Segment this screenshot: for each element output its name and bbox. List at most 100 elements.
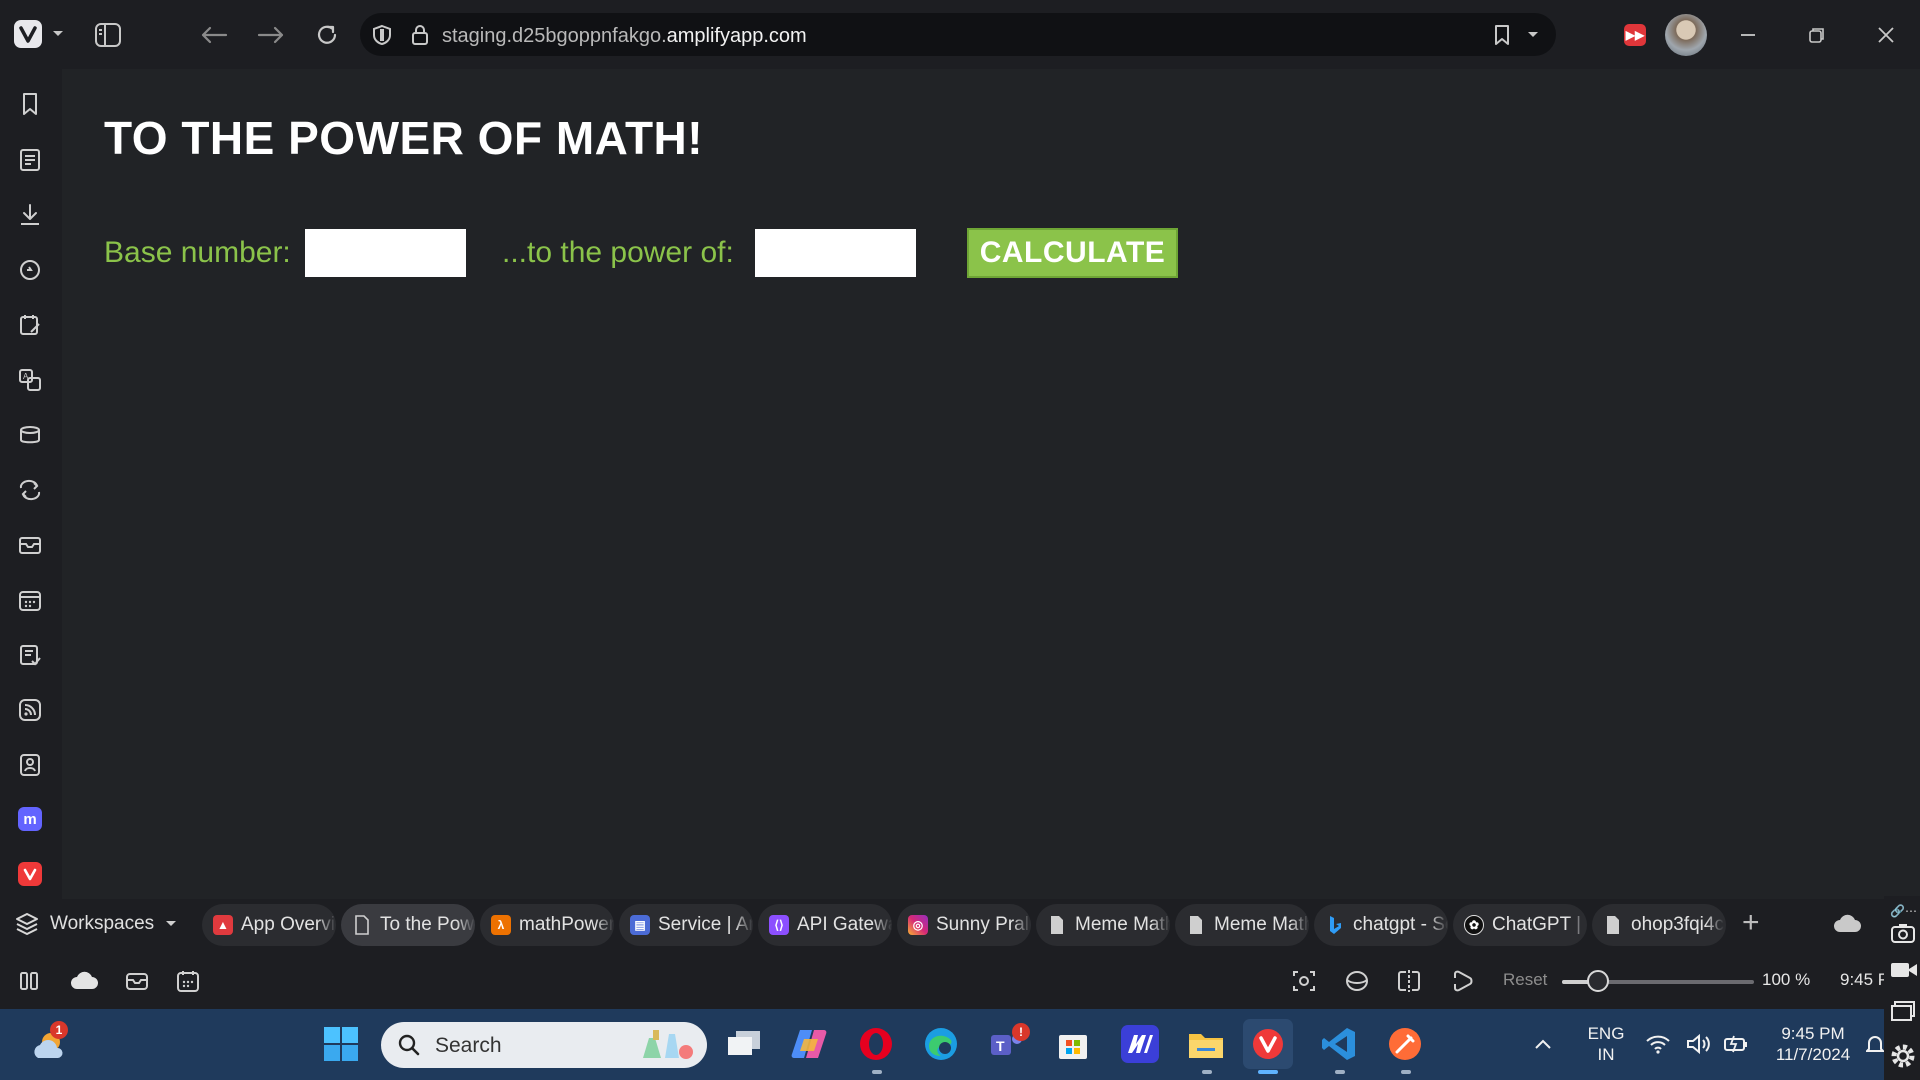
back-button[interactable] (199, 20, 229, 50)
zoom-reset-button[interactable]: Reset (1503, 970, 1547, 990)
task-view-icon[interactable] (725, 1025, 763, 1063)
profile-avatar[interactable] (1665, 14, 1707, 56)
edge-icon[interactable] (922, 1025, 960, 1063)
tab-meme-math-2[interactable]: Meme Math (1175, 904, 1309, 946)
calculate-button[interactable]: CALCULATE (967, 228, 1178, 278)
weather-widget-icon[interactable]: 1 (28, 1021, 72, 1067)
panel-toggle-button[interactable] (93, 20, 123, 50)
opera-icon[interactable] (857, 1025, 895, 1063)
postman-icon[interactable] (1386, 1025, 1424, 1063)
vivaldi-taskbar-icon[interactable] (1243, 1019, 1293, 1069)
battery-icon[interactable] (1722, 1025, 1750, 1063)
running-indicator (1335, 1070, 1345, 1074)
arrow-right-icon (257, 26, 284, 44)
reload-button[interactable] (312, 20, 342, 50)
service-icon: ▤ (630, 915, 650, 935)
app-icon-m[interactable] (1121, 1025, 1159, 1063)
camera-icon[interactable] (1890, 922, 1916, 949)
translate-icon[interactable]: A (17, 367, 43, 393)
downloads-icon[interactable] (17, 202, 43, 228)
tab-service[interactable]: ▤ Service | Amazon (619, 904, 753, 946)
file-explorer-icon[interactable] (1187, 1025, 1225, 1063)
workspaces-button[interactable]: Workspaces (14, 911, 178, 937)
restore-button[interactable] (1804, 22, 1830, 48)
tab-app-overview[interactable]: ▲ App Overview (202, 904, 336, 946)
tab-label: Sunny Pralhad (936, 914, 1031, 935)
lock-icon[interactable] (408, 23, 432, 47)
notification-bell-icon[interactable] (1866, 1025, 1884, 1063)
tab-to-the-power[interactable]: To the Power of Math (341, 904, 475, 946)
link-icon[interactable]: 🔗⋯ (1890, 904, 1917, 918)
new-tab-button[interactable]: + (1742, 908, 1760, 938)
zoom-slider-handle[interactable] (1587, 970, 1610, 992)
forward-button[interactable] (256, 20, 286, 50)
shield-icon[interactable] (370, 23, 394, 47)
chevron-down-icon[interactable] (50, 24, 66, 44)
volume-icon[interactable] (1684, 1025, 1712, 1063)
minimize-button[interactable] (1735, 22, 1761, 48)
mail-icon[interactable] (17, 532, 43, 558)
panel-toggle-icon[interactable] (17, 968, 43, 994)
bookmarks-icon[interactable] (17, 91, 43, 117)
url-text[interactable]: staging.d25bgoppnfakgo.amplifyapp.com (442, 25, 807, 48)
region-code: IN (1597, 1045, 1615, 1064)
video-icon[interactable] (1890, 960, 1918, 985)
mastodon-icon[interactable]: m (18, 807, 42, 831)
language-indicator[interactable]: ENG IN (1584, 1023, 1628, 1065)
page-actions-icon[interactable] (1344, 968, 1370, 994)
reading-list-icon[interactable] (17, 147, 43, 173)
tab-meme-math-1[interactable]: Meme Math (1036, 904, 1170, 946)
vivaldi-menu-button[interactable] (14, 20, 42, 48)
window-panel-icon[interactable] (17, 422, 43, 448)
notes-icon[interactable] (17, 312, 43, 338)
history-icon[interactable] (17, 257, 43, 283)
feeds-icon[interactable] (17, 697, 43, 723)
workspaces-label: Workspaces (50, 913, 155, 934)
tab-chatgpt-openai[interactable]: ✿ ChatGPT | OpenAI (1453, 904, 1587, 946)
power-input[interactable] (755, 229, 916, 277)
extension-icon[interactable]: ▶▶ (1624, 24, 1646, 46)
contacts-icon[interactable] (17, 752, 43, 778)
wifi-icon[interactable] (1644, 1025, 1672, 1063)
tab-api-gateway[interactable]: ⟨⟩ API Gateway (758, 904, 892, 946)
tasks-icon[interactable] (17, 642, 43, 668)
sync-cloud-icon[interactable] (69, 968, 99, 994)
clock-time: 9:45 PM (1781, 1024, 1845, 1043)
show-hidden-icons-button[interactable] (1530, 1025, 1556, 1063)
capture-icon[interactable] (1291, 968, 1317, 994)
bookmark-icon[interactable] (1490, 23, 1514, 47)
instagram-icon: ◎ (908, 915, 928, 935)
arrow-left-icon (201, 26, 228, 44)
calendar-icon[interactable] (17, 587, 43, 613)
base-number-input[interactable] (305, 229, 466, 277)
svg-text:T: T (996, 1038, 1005, 1054)
sync-icon[interactable] (17, 477, 43, 503)
system-clock[interactable]: 9:45 PM 11/7/2024 (1765, 1023, 1861, 1065)
mail-status-icon[interactable] (124, 968, 150, 994)
tab-instagram[interactable]: ◎ Sunny Pralhad (897, 904, 1031, 946)
settings-gear-icon[interactable] (1889, 1042, 1917, 1075)
tile-tabs-icon[interactable] (1396, 968, 1422, 994)
tab-math-power-function[interactable]: λ mathPowerFunction (480, 904, 614, 946)
address-bar[interactable]: staging.d25bgoppnfakgo.amplifyapp.com (360, 13, 1556, 56)
teams-icon[interactable]: T ! (988, 1023, 1030, 1063)
chevron-down-icon[interactable] (1523, 25, 1543, 45)
url-subdomain: staging.d25bgoppnfakgo. (442, 25, 667, 47)
tab-chatgpt-search[interactable]: chatgpt - Search (1314, 904, 1448, 946)
vscode-icon[interactable] (1320, 1025, 1358, 1063)
page-zoom-icon[interactable] (1450, 968, 1476, 994)
start-button[interactable] (322, 1025, 360, 1063)
close-button[interactable] (1873, 22, 1899, 48)
windows-icon[interactable] (1890, 1000, 1916, 1027)
tab-label: To the Power of Math (380, 914, 475, 935)
copilot-icon[interactable] (790, 1025, 828, 1063)
calendar-status-icon[interactable] (175, 968, 201, 994)
vivaldi-web-panel-icon[interactable] (18, 862, 42, 886)
taskbar-search[interactable]: Search (381, 1022, 707, 1068)
tab-ohop3fqi4c[interactable]: ohop3fqi4c (1592, 904, 1726, 946)
close-icon (1878, 27, 1894, 43)
layers-icon (16, 913, 38, 935)
microsoft-store-icon[interactable] (1054, 1025, 1092, 1063)
tab-label: Service | Amazon (658, 914, 753, 935)
cloud-icon[interactable] (1832, 912, 1862, 934)
